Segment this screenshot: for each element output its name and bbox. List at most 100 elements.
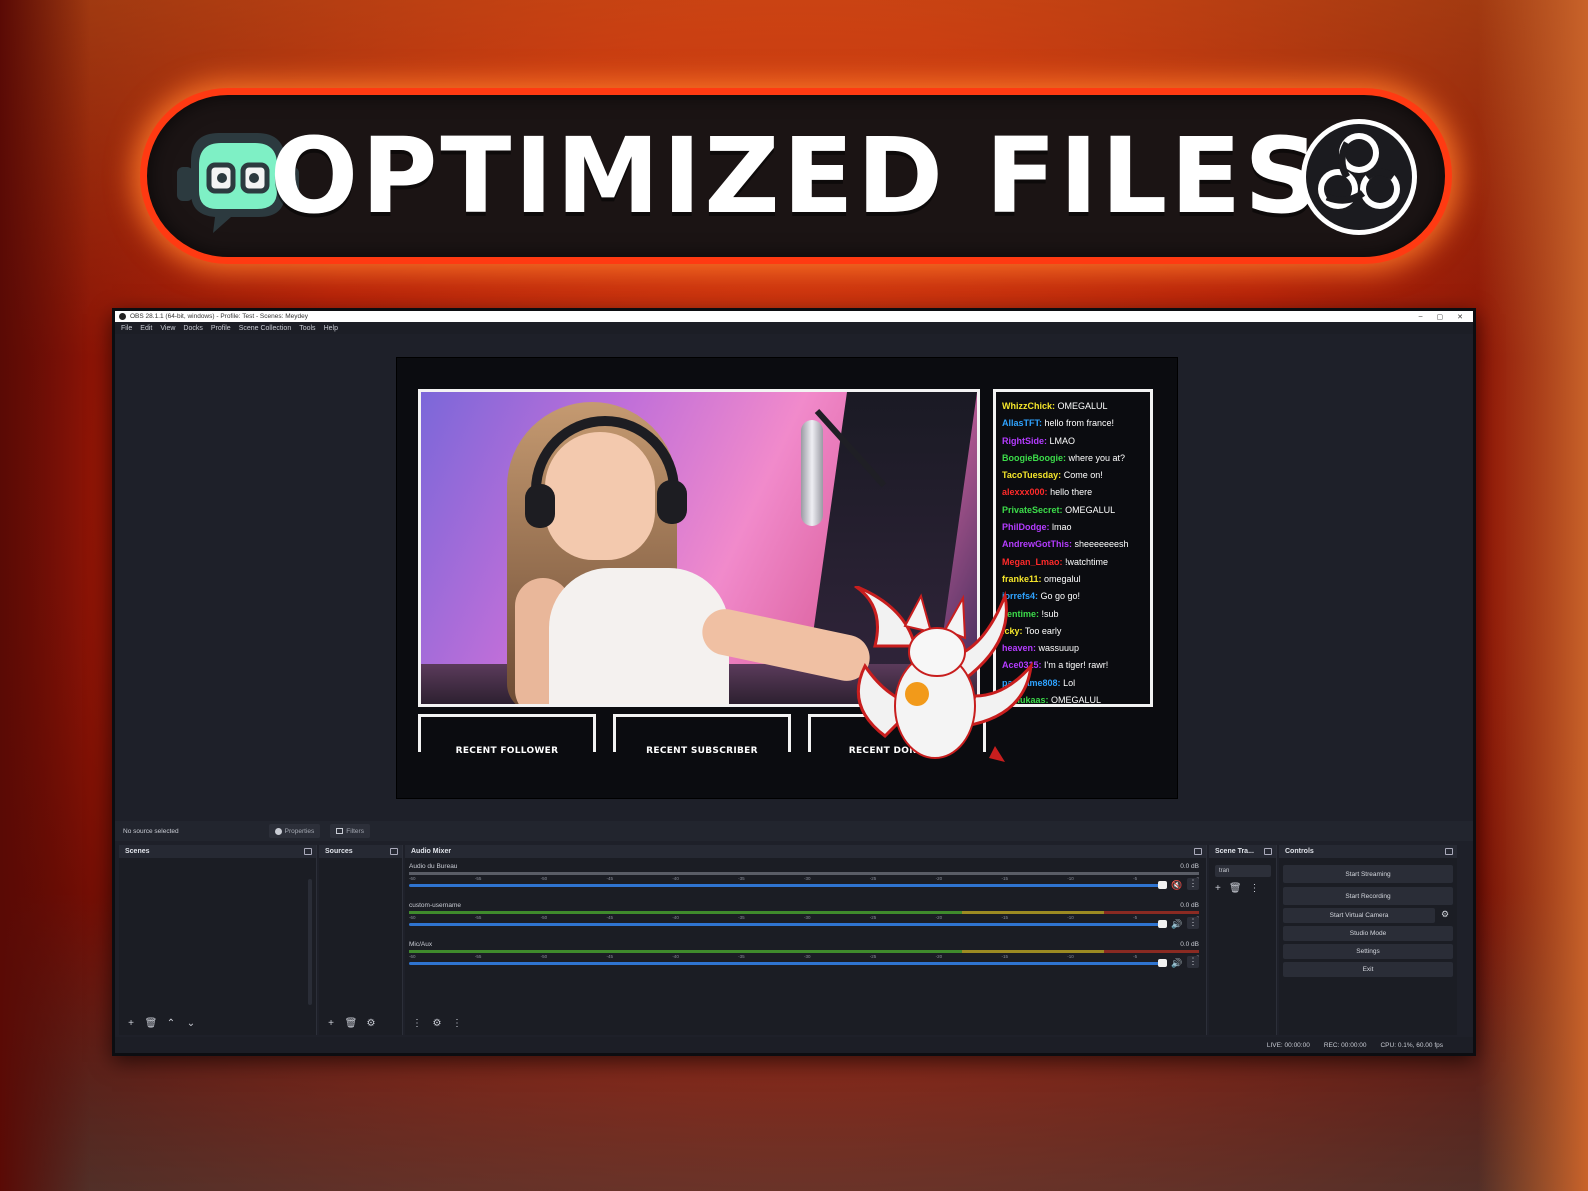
menu-profile[interactable]: Profile [211, 325, 231, 332]
chat-username: AndrewGotThis: [1002, 539, 1072, 550]
transition-select[interactable]: tran [1215, 865, 1271, 877]
volume-fader[interactable] [409, 962, 1164, 965]
meter-tick-label: -30 [803, 915, 811, 920]
menu-scene-collection[interactable]: Scene Collection [239, 325, 292, 332]
track-menu-icon[interactable]: ⋮ [1187, 878, 1199, 890]
meter-tick-label: -40 [672, 954, 679, 959]
meter-tick-label: -5 [1133, 954, 1138, 959]
start-recording-button[interactable]: Start Recording [1283, 887, 1453, 905]
volume-fader-handle[interactable] [1158, 920, 1167, 928]
scene-transitions-header: Scene Tra... [1209, 845, 1276, 858]
undock-icon[interactable] [390, 848, 398, 855]
remove-source-icon[interactable]: 🗑 [345, 1017, 358, 1029]
add-transition-icon[interactable]: + [1215, 883, 1221, 894]
meter-tick-label: -30 [803, 954, 811, 959]
sources-title: Sources [325, 848, 353, 855]
menu-docks[interactable]: Docks [183, 325, 202, 332]
menu-view[interactable]: View [160, 325, 175, 332]
cpu-status: CPU: 0.1%, 60.00 fps [1380, 1041, 1443, 1049]
volume-fader-handle[interactable] [1158, 959, 1167, 967]
menu-tools[interactable]: Tools [299, 325, 315, 332]
chat-message: alexxx000: hello there [1002, 484, 1144, 501]
meter-tick-label: -45 [606, 954, 613, 959]
virtual-camera-settings-icon[interactable]: ⚙ [1439, 909, 1451, 921]
preview-canvas[interactable]: WhizzChick: OMEGALUL AllasTFT: hello from… [396, 357, 1178, 799]
volume-fader[interactable] [409, 923, 1164, 926]
meter-tick-label: -25 [869, 876, 877, 881]
headphones-right [657, 480, 687, 524]
studio-mode-button[interactable]: Studio Mode [1283, 926, 1453, 941]
chat-text: !watchtime [1065, 556, 1109, 567]
mute-speaker-icon[interactable]: 🔊 [1171, 919, 1182, 930]
move-down-icon[interactable]: ⌄ [185, 1017, 197, 1029]
start-virtual-camera-button[interactable]: Start Virtual Camera [1283, 908, 1435, 923]
chat-text: !sub [1041, 608, 1059, 619]
undock-icon[interactable] [1264, 848, 1272, 855]
meter-tick-label: -55 [474, 915, 482, 920]
meter-ticks: -60-55-50-45-40-35-30-25-20-15-10-50 [409, 954, 1199, 960]
mute-speaker-icon[interactable]: 🔇 [1171, 880, 1182, 891]
status-bar: LIVE: 00:00:00 REC: 00:00:00 CPU: 0.1%, … [115, 1037, 1473, 1053]
mute-speaker-icon[interactable]: 🔊 [1171, 958, 1182, 969]
move-up-icon[interactable]: ⌃ [165, 1017, 177, 1029]
chat-text: hello from france! [1044, 418, 1115, 429]
volume-meter [409, 911, 1199, 914]
controls-dock: Controls Start Streaming Start Recording… [1279, 845, 1457, 1035]
filters-button[interactable]: Filters [330, 824, 370, 838]
properties-button[interactable]: Properties [268, 824, 321, 838]
settings-button[interactable]: Settings [1283, 944, 1453, 959]
undock-icon[interactable] [1445, 848, 1453, 855]
meter-tick-label: -20 [935, 876, 943, 881]
filters-label: Filters [346, 827, 364, 835]
track-menu-icon[interactable]: ⋮ [1187, 917, 1199, 929]
transition-menu-icon[interactable]: ⋮ [1250, 883, 1260, 894]
chat-text: LMAO [1049, 435, 1076, 446]
no-source-label: No source selected [123, 827, 179, 835]
meter-tick-label: -20 [935, 915, 943, 920]
start-streaming-button[interactable]: Start Streaming [1283, 865, 1453, 883]
controls-title: Controls [1285, 848, 1314, 855]
scenes-scrollbar[interactable] [308, 879, 312, 1005]
exit-button[interactable]: Exit [1283, 962, 1453, 977]
advanced-audio-icon[interactable]: ⚙ [431, 1017, 443, 1029]
mixer-menu-icon[interactable]: ⋮ [451, 1017, 463, 1029]
meter-tick-label: -25 [869, 915, 877, 920]
chat-username: BoogieBoogie: [1002, 452, 1066, 463]
add-scene-icon[interactable]: + [125, 1017, 137, 1029]
meter-tick-label: -20 [935, 954, 943, 959]
chat-message: AllasTFT: hello from france! [1002, 415, 1144, 432]
track-menu-icon[interactable]: ⋮ [1187, 956, 1199, 968]
close-button[interactable]: ✕ [1457, 313, 1463, 321]
meter-tick-label: -25 [869, 954, 877, 959]
mixer-track: Mic/Aux 0.0 dB -60 -55 -50 -45 -40 -35 -30 -25 -20… [409, 941, 1199, 979]
volume-fader-handle[interactable] [1158, 881, 1167, 889]
chat-text: Come on! [1063, 470, 1103, 481]
source-info-bar: No source selected Properties Filters [115, 821, 1473, 841]
add-source-icon[interactable]: + [325, 1017, 337, 1029]
menu-edit[interactable]: Edit [140, 325, 152, 332]
remove-transition-icon[interactable]: 🗑 [1229, 883, 1242, 894]
track-db: 0.0 dB [1180, 863, 1199, 870]
live-status: LIVE: 00:00:00 [1266, 1041, 1310, 1049]
menu-help[interactable]: Help [324, 325, 338, 332]
scenes-title: Scenes [125, 848, 150, 855]
source-settings-icon[interactable]: ⚙ [365, 1017, 377, 1029]
minimize-button[interactable]: – [1419, 313, 1423, 321]
alert-recent-subscriber: RECENT SUBSCRIBER [613, 714, 791, 756]
title-bar: OBS 28.1.1 (64-bit, windows) - Profile: … [115, 311, 1473, 322]
undock-icon[interactable] [304, 848, 312, 855]
meter-tick-label: -15 [1001, 915, 1008, 920]
banner-title: OPTIMIZED FILES [269, 115, 1323, 237]
rec-status: REC: 00:00:00 [1323, 1041, 1367, 1049]
volume-fader[interactable] [409, 884, 1164, 887]
remove-scene-icon[interactable]: 🗑 [145, 1017, 158, 1029]
gear-icon [274, 827, 282, 835]
mixer-track: Audio du Bureau 0.0 dB -60 -55 -50 -45 -40 -35 -… [409, 863, 1199, 901]
alert-label: RECENT SUBSCRIBER [640, 746, 764, 756]
meter-tick-label: -45 [606, 915, 613, 920]
chat-username: PrivateSecret: [1002, 504, 1063, 515]
meter-tick-label: -35 [738, 954, 745, 959]
maximize-button[interactable]: ▢ [1437, 313, 1444, 321]
undock-icon[interactable] [1194, 848, 1202, 855]
menu-file[interactable]: File [121, 325, 132, 332]
